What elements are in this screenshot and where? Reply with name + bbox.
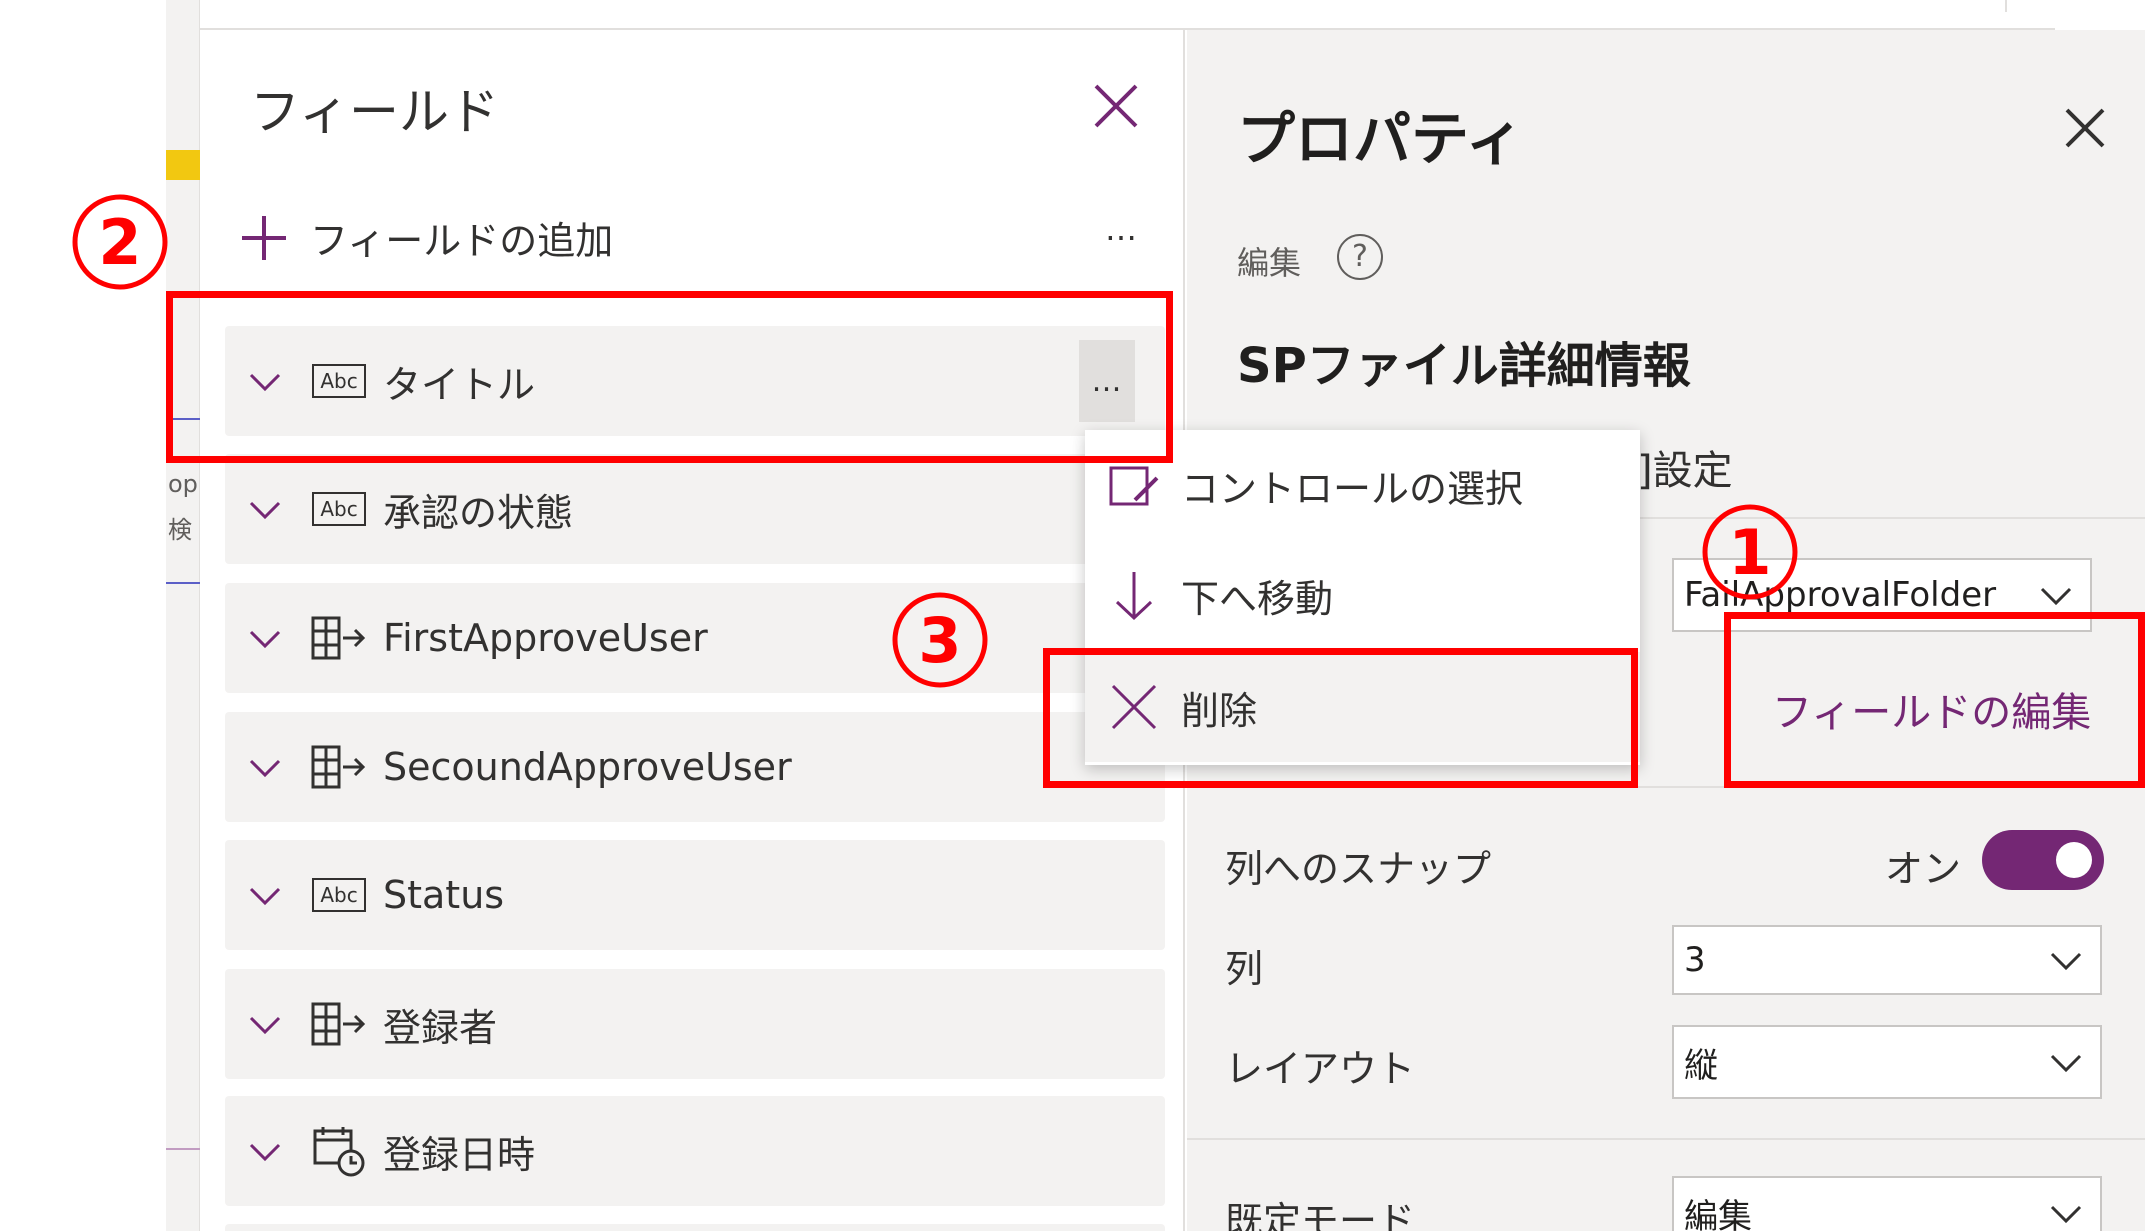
annotation-box-delete [1043, 648, 1638, 788]
field-label: 登録日時 [383, 1132, 536, 1177]
chevron-down-icon[interactable] [247, 620, 283, 656]
chevron-down-icon [2040, 587, 2072, 606]
person-lookup-icon [311, 745, 366, 789]
close-icon[interactable] [1088, 78, 1144, 134]
canvas-text: 検 [168, 516, 192, 544]
text-abc-icon: Abc [312, 878, 366, 912]
add-field-button[interactable]: フィールドの追加 [238, 210, 613, 265]
field-label: 登録者 [383, 1005, 498, 1050]
field-label: FirstApproveUser [383, 616, 708, 660]
layout-label: レイアウト [1225, 1047, 1416, 1091]
field-row[interactable] [225, 1224, 1165, 1231]
field-row[interactable]: FirstApproveUser [225, 583, 1165, 693]
annotation-box-title-row [166, 291, 1173, 463]
text-abc-icon: Abc [312, 492, 366, 526]
add-field-label: フィールドの追加 [310, 219, 614, 263]
canvas-divider [166, 1148, 200, 1150]
chevron-down-icon [2050, 952, 2082, 971]
close-icon[interactable] [2057, 100, 2113, 156]
annotation-marker-text: 1 [1728, 516, 1771, 589]
chevron-down-icon[interactable] [247, 749, 283, 785]
columns-label: 列 [1225, 947, 1264, 991]
person-lookup-icon [311, 616, 366, 660]
help-icon[interactable]: ? [1337, 234, 1383, 280]
chevron-down-icon[interactable] [247, 1133, 283, 1169]
fields-panel: フィールド フィールドの追加 … Abc タイトル … Abc 承認の状態 Fi… [200, 30, 1185, 1231]
chevron-down-icon[interactable] [247, 1006, 283, 1042]
default-mode-label: 既定モード [1225, 1199, 1416, 1231]
columns-value: 3 [1684, 940, 1706, 980]
field-row[interactable]: SecoundApproveUser [225, 712, 1165, 822]
properties-panel-title: プロパティ [1237, 105, 1524, 173]
tab-advanced[interactable]: ]設定 [1637, 438, 1733, 496]
annotation-box-edit-fields [1724, 612, 2145, 788]
menu-item-label: 下へ移動 [1181, 576, 1334, 621]
more-options-button[interactable]: … [1105, 210, 1138, 248]
default-mode-value: 編集 [1684, 1196, 1752, 1231]
snap-toggle[interactable] [1982, 830, 2104, 890]
annotation-marker-2: 2 [72, 194, 168, 290]
field-row[interactable]: Abc Status [225, 840, 1165, 950]
edit-control-icon [1109, 466, 1159, 506]
field-label: Status [383, 873, 505, 917]
calendar-clock-icon [313, 1127, 365, 1177]
canvas-yellow-bar [166, 150, 200, 180]
divider [1187, 1138, 2145, 1140]
field-row[interactable]: Abc 承認の状態 [225, 454, 1165, 564]
chevron-down-icon[interactable] [247, 491, 283, 527]
default-mode-dropdown[interactable]: 編集 [1672, 1176, 2102, 1231]
arrow-down-icon [1115, 572, 1153, 621]
plus-icon [242, 215, 286, 260]
field-label: 承認の状態 [383, 490, 574, 535]
columns-dropdown[interactable]: 3 [1672, 925, 2102, 995]
menu-item-label: コントロールの選択 [1181, 466, 1524, 511]
chevron-down-icon [2050, 1054, 2082, 1073]
canvas-strip: opr 検 [166, 0, 208, 1231]
field-row[interactable]: 登録日時 [225, 1096, 1165, 1206]
edit-label: 編集 [1237, 244, 1302, 282]
annotation-marker-text: 2 [98, 206, 141, 279]
snap-toggle-state: オン [1885, 847, 1962, 891]
field-row[interactable]: 登録者 [225, 969, 1165, 1079]
annotation-marker-text: 3 [918, 604, 961, 677]
layout-value: 縦 [1684, 1045, 1718, 1086]
chevron-down-icon[interactable] [247, 877, 283, 913]
canvas-divider [166, 582, 200, 584]
form-name: SPファイル詳細情報 [1237, 338, 1691, 394]
annotation-marker-3: 3 [892, 592, 988, 688]
chevron-down-icon [2050, 1205, 2082, 1224]
snap-to-columns-label: 列へのスナップ [1225, 847, 1492, 891]
field-label: SecoundApproveUser [383, 745, 792, 789]
top-bar [200, 0, 2055, 30]
layout-dropdown[interactable]: 縦 [1672, 1025, 2102, 1099]
annotation-marker-1: 1 [1702, 504, 1798, 600]
person-lookup-icon [311, 1002, 366, 1046]
fields-panel-title: フィールド [250, 83, 499, 141]
menu-item-move-down[interactable]: 下へ移動 [1085, 540, 1640, 650]
